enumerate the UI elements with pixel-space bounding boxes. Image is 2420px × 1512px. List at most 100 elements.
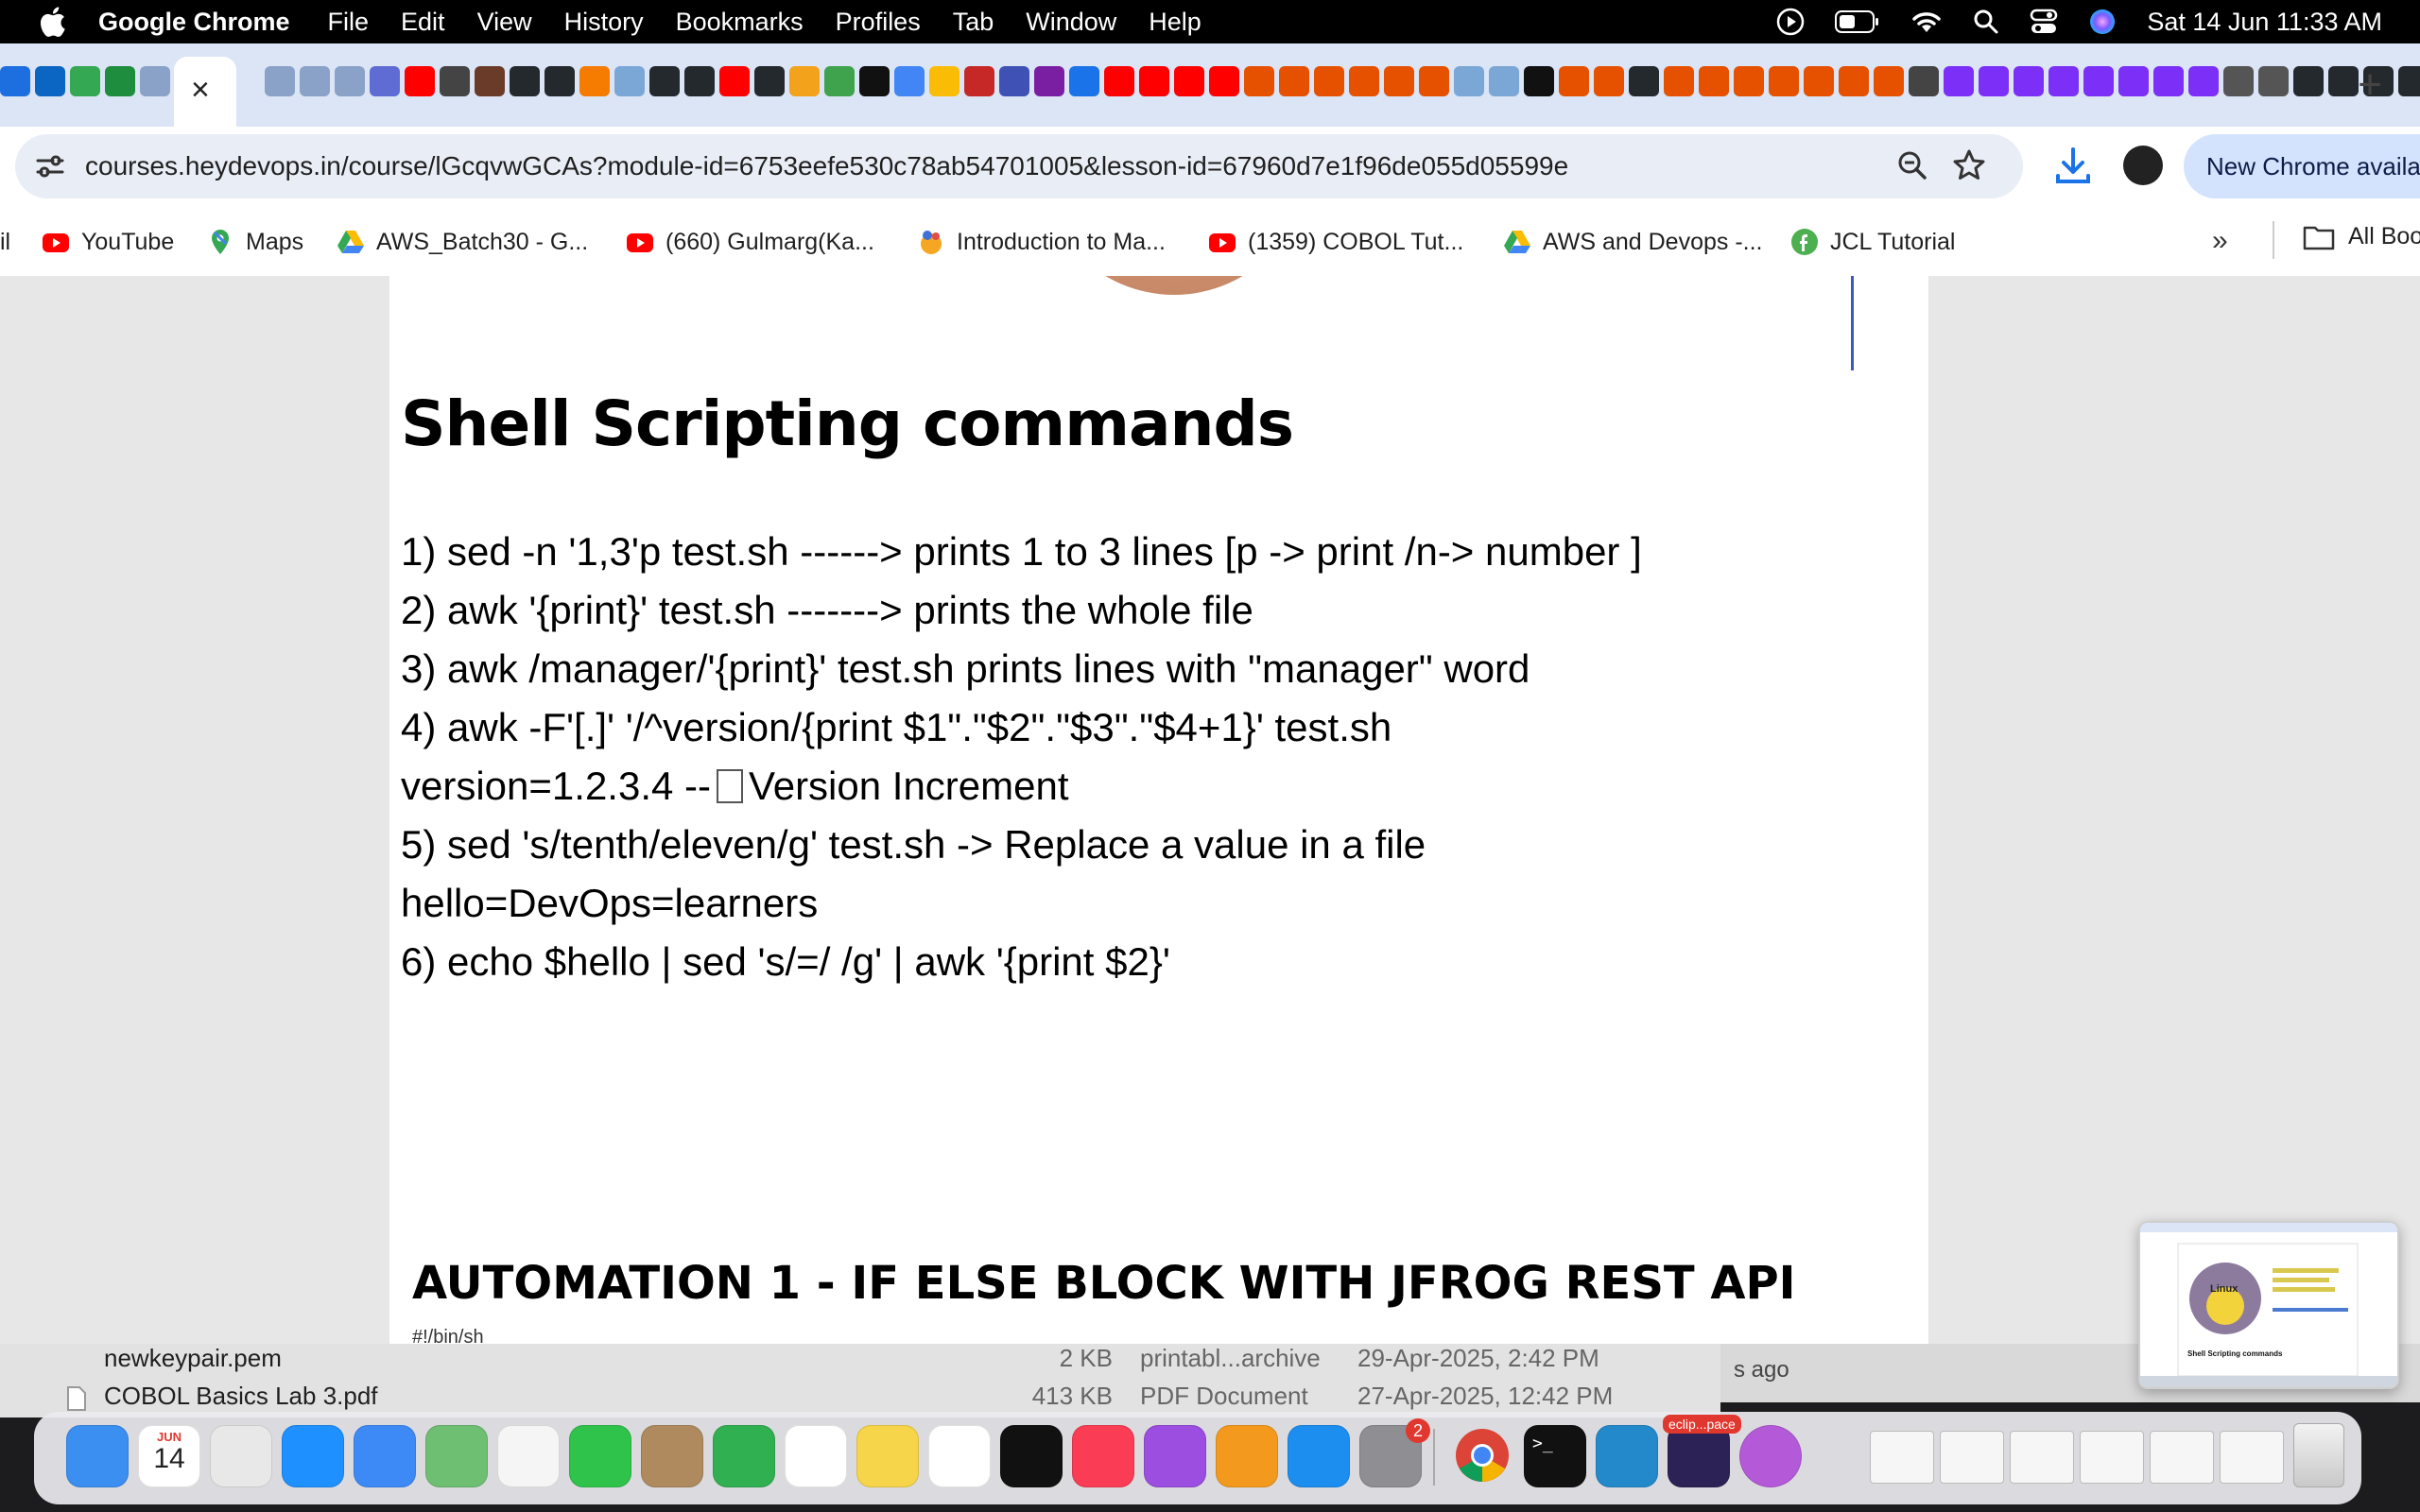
dock-calendar-icon[interactable]: JUN 14 [138,1425,200,1487]
dock-minimized-window[interactable] [1940,1431,2004,1484]
menu-edit[interactable]: Edit [401,8,445,37]
tab-favicon[interactable] [2293,66,2324,96]
tab-favicon[interactable] [335,66,365,96]
dock-app-store-icon[interactable] [1288,1425,1350,1487]
bookmark-item-maps[interactable]: Maps [206,223,303,261]
menu-profiles[interactable]: Profiles [836,8,921,37]
tab-favicon[interactable] [1419,66,1449,96]
download-icon[interactable] [2053,146,2093,187]
tab-favicon[interactable] [140,66,170,96]
play-circle-icon[interactable] [1776,8,1805,36]
dock-facetime-icon[interactable] [569,1425,631,1487]
tab-favicon[interactable] [1524,66,1554,96]
tab-favicon[interactable] [1489,66,1519,96]
dock-freeform-icon[interactable] [928,1425,991,1487]
menu-history[interactable]: History [564,8,644,37]
dock-minimized-window[interactable] [2150,1431,2214,1484]
tab-favicon[interactable] [649,66,680,96]
dock-numbers-icon[interactable] [713,1425,775,1487]
address-bar[interactable]: courses.heydevops.in/course/lGcqvwGCAs?m… [15,134,2023,198]
active-tab[interactable]: × [174,57,236,127]
tab-favicon[interactable] [1769,66,1799,96]
tab-favicon[interactable] [1594,66,1624,96]
menu-bookmarks[interactable]: Bookmarks [676,8,804,37]
tab-favicon[interactable] [544,66,575,96]
new-chrome-available-button[interactable]: New Chrome available [2184,134,2420,198]
tab-favicon[interactable] [2118,66,2149,96]
bookmark-item-jcl-tutorial[interactable]: JCL Tutorial [1790,223,1955,261]
tab-favicon[interactable] [265,66,295,96]
tab-favicon[interactable] [1034,66,1064,96]
menu-window[interactable]: Window [1026,8,1116,37]
control-center-icon[interactable] [2030,9,2058,35]
tab-favicon[interactable] [1174,66,1204,96]
tab-favicon[interactable] [719,66,750,96]
bookmark-item-aws-batch30[interactable]: AWS_Batch30 - G... [337,223,588,261]
bookmark-item-gulmarg[interactable]: (660) Gulmarg(Ka... [626,223,874,261]
tab-favicon[interactable] [964,66,994,96]
tab-favicon[interactable] [2223,66,2254,96]
tab-favicon[interactable] [1279,66,1309,96]
tab-favicon[interactable] [1804,66,1834,96]
battery-icon[interactable] [1835,9,1880,34]
tab-favicon[interactable] [1104,66,1134,96]
tab-favicon[interactable] [35,66,65,96]
bookmark-item-partial[interactable]: il [0,223,10,261]
wifi-icon[interactable] [1910,9,1943,34]
tab-favicon[interactable] [929,66,959,96]
tab-favicon[interactable] [2258,66,2289,96]
dock-flower-app-icon[interactable] [1739,1425,1802,1487]
tab-favicon[interactable] [1349,66,1379,96]
zoom-icon[interactable] [1896,149,1928,181]
bookmarks-overflow-chevron[interactable]: » [2212,225,2228,257]
tab-favicon[interactable] [579,66,610,96]
dock-terminal-icon[interactable]: >_ [1524,1425,1586,1487]
dock-mail-icon[interactable] [354,1425,416,1487]
tab-favicon[interactable] [789,66,820,96]
tab-favicon[interactable] [1314,66,1344,96]
dock-finder-icon[interactable] [66,1425,129,1487]
tab-favicon[interactable] [1699,66,1729,96]
tab-favicon[interactable] [684,66,715,96]
site-info-icon[interactable] [34,151,66,181]
tab-favicon[interactable] [859,66,890,96]
search-icon[interactable] [1973,9,1999,35]
tab-favicon[interactable] [1244,66,1274,96]
page-viewport[interactable]: Shell Scripting commands 1) sed -n '1,3'… [0,276,2420,1344]
tab-favicon[interactable] [0,66,30,96]
tab-favicon[interactable] [370,66,400,96]
menu-tab[interactable]: Tab [953,8,994,37]
tab-favicon[interactable] [824,66,855,96]
tab-favicon[interactable] [300,66,330,96]
tab-favicon[interactable] [1069,66,1099,96]
dock-minimized-window[interactable] [2220,1431,2284,1484]
tab-favicon[interactable] [1629,66,1659,96]
dock-safari-icon[interactable] [282,1425,344,1487]
download-row[interactable]: COBOL Basics Lab 3.pdf 413 KB PDF Docume… [0,1382,1720,1416]
tab-favicon[interactable] [1454,66,1484,96]
dock-vscode-icon[interactable] [1596,1425,1658,1487]
bookmark-item-introduction[interactable]: Introduction to Ma... [917,223,1166,261]
tab-favicon[interactable] [440,66,470,96]
dock-eclipse-icon[interactable]: eclip...pace [1663,1415,1741,1487]
tab-favicon[interactable] [2188,66,2219,96]
bookmark-star-icon[interactable] [1951,147,1987,183]
dock-minimized-window[interactable] [2010,1431,2074,1484]
tab-favicon[interactable] [2328,66,2359,96]
dock-system-settings-icon[interactable]: 2 [1359,1418,1430,1487]
dock-pages-icon[interactable] [1216,1425,1278,1487]
tab-favicon[interactable] [754,66,785,96]
tab-favicon[interactable] [405,66,435,96]
tab-favicon[interactable] [1384,66,1414,96]
tab-favicon[interactable] [1979,66,2009,96]
bookmark-item-youtube[interactable]: YouTube [42,223,174,261]
siri-icon[interactable] [2088,8,2117,36]
tab-favicon[interactable] [510,66,540,96]
close-tab-icon[interactable]: × [191,74,210,106]
apple-logo-icon[interactable] [38,6,66,38]
menu-help[interactable]: Help [1149,8,1201,37]
tab-favicon[interactable] [2014,66,2044,96]
tab-favicon[interactable] [1139,66,1169,96]
tab-favicon[interactable] [1559,66,1589,96]
menu-file[interactable]: File [328,8,370,37]
